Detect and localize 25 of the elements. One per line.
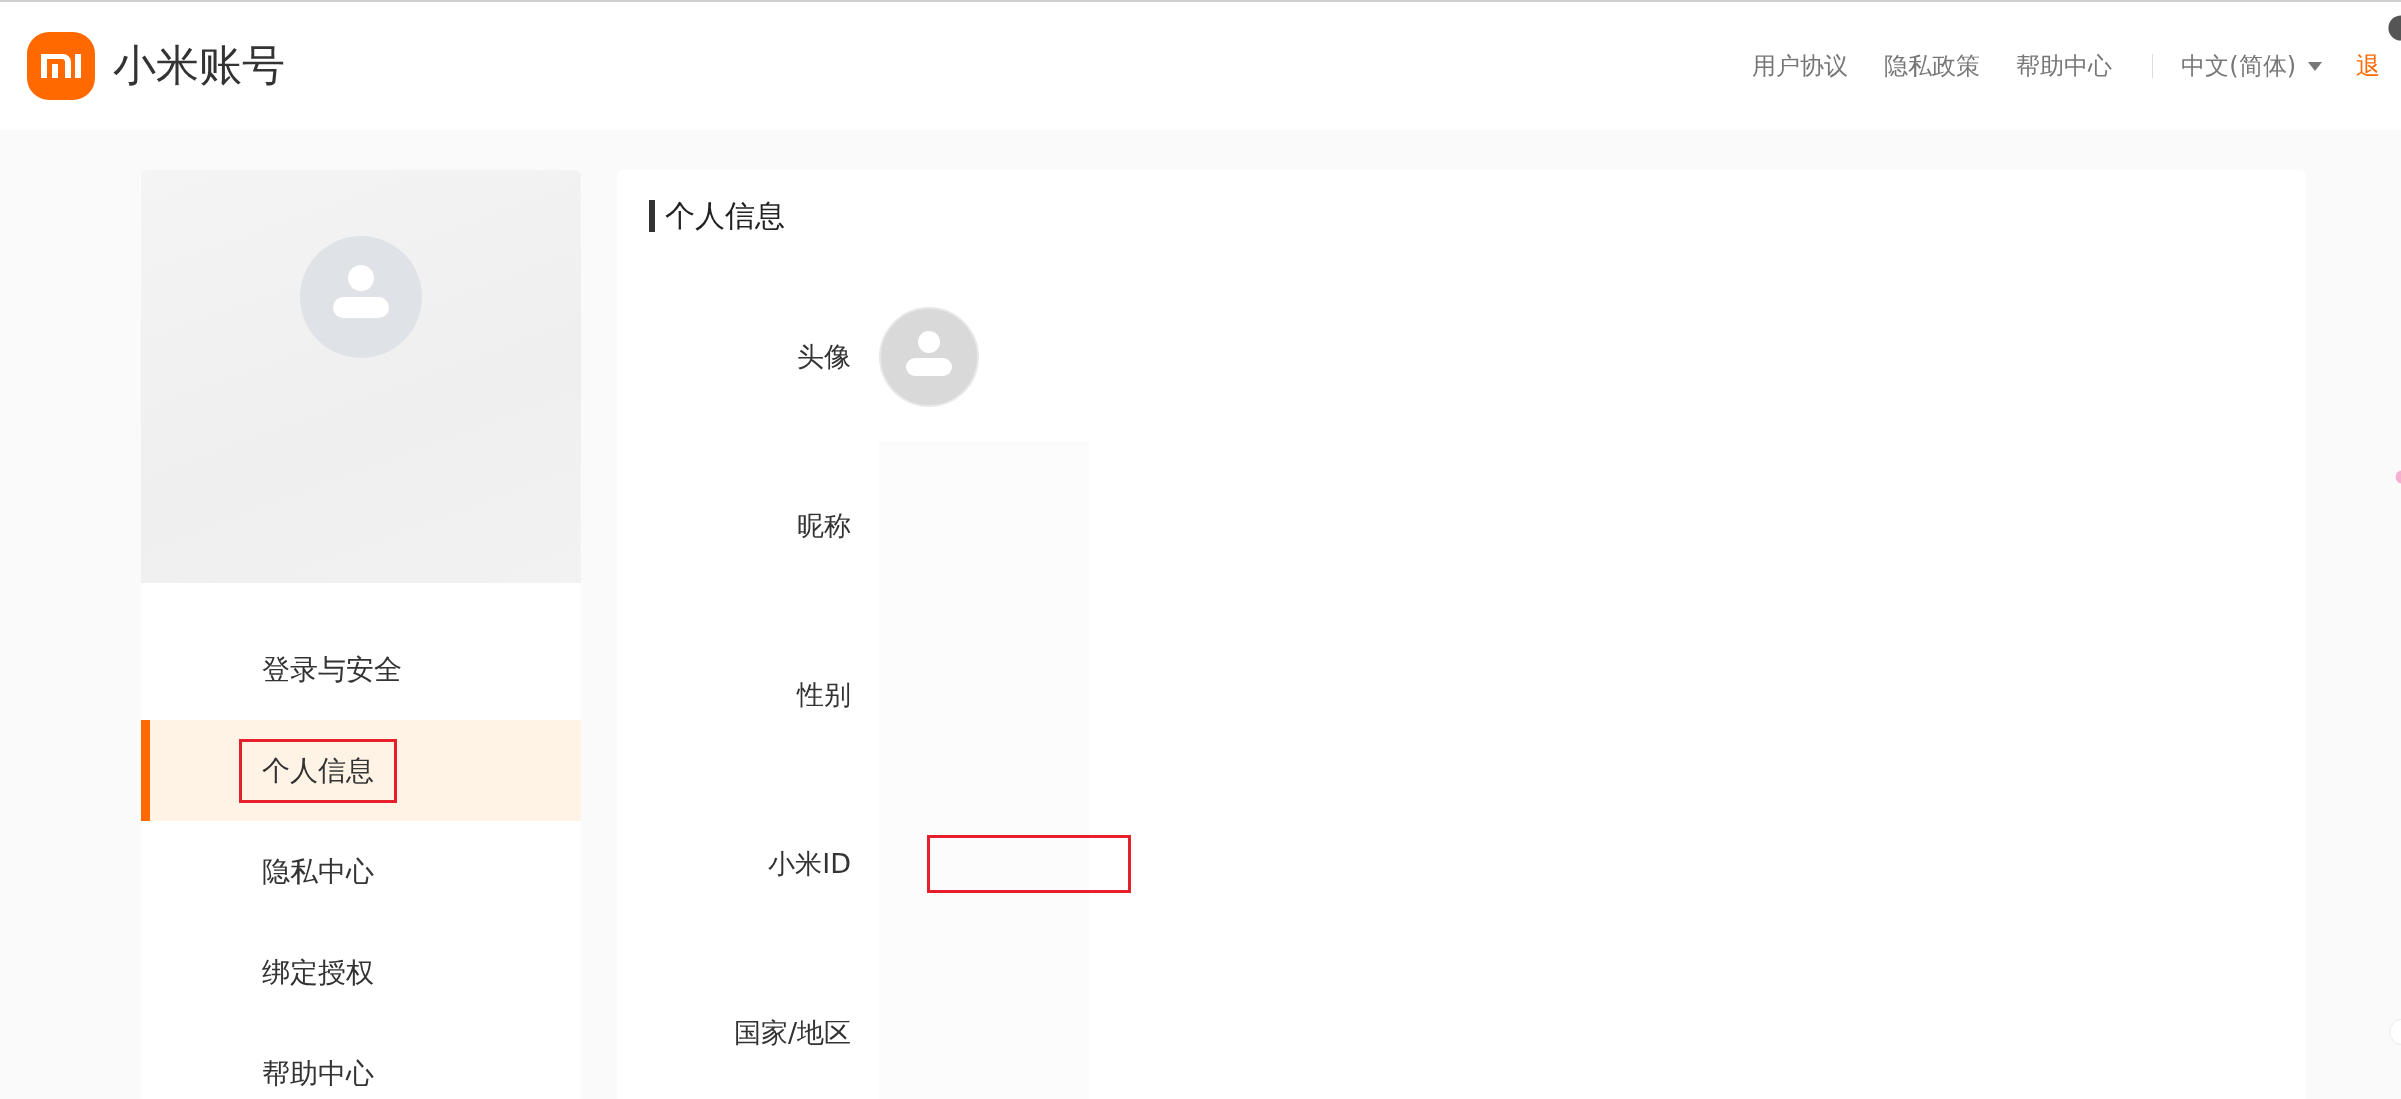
- nav-link[interactable]: 帮助中心: [2016, 50, 2113, 82]
- menu-item[interactable]: 绑定授权: [141, 922, 581, 1023]
- avatar-icon[interactable]: [879, 306, 979, 407]
- caret-icon: [2308, 61, 2322, 71]
- logo-icon: [27, 32, 95, 100]
- site-title: 小米账号: [113, 39, 285, 92]
- menu-item[interactable]: 登录与安全: [141, 619, 581, 720]
- nav-link[interactable]: 用户协议: [1752, 50, 1849, 82]
- avatar-icon: [300, 236, 422, 358]
- menu-label: 绑定授权: [261, 954, 375, 991]
- menu-label: 隐私中心: [261, 853, 375, 890]
- field-label: 性别: [795, 677, 851, 712]
- field-label: 小米ID: [767, 846, 851, 881]
- menu-item[interactable]: 隐私中心: [141, 821, 581, 922]
- menu-item[interactable]: 个人信息: [141, 720, 581, 821]
- nav-link[interactable]: 隐私政策: [1884, 50, 1981, 82]
- field-label: 头像: [796, 339, 851, 374]
- menu-label: 登录与安全: [261, 651, 403, 688]
- menu-item[interactable]: 帮助中心: [141, 1023, 581, 1099]
- menu-label: 个人信息: [239, 738, 397, 803]
- menu-label: 帮助中心: [261, 1055, 375, 1092]
- field-label: 国家/地区: [732, 1015, 851, 1050]
- section-title: 个人信息: [649, 200, 2274, 232]
- field-label: 昵称: [796, 508, 851, 543]
- language-dropdown[interactable]: 中文(简体): [2181, 50, 2322, 82]
